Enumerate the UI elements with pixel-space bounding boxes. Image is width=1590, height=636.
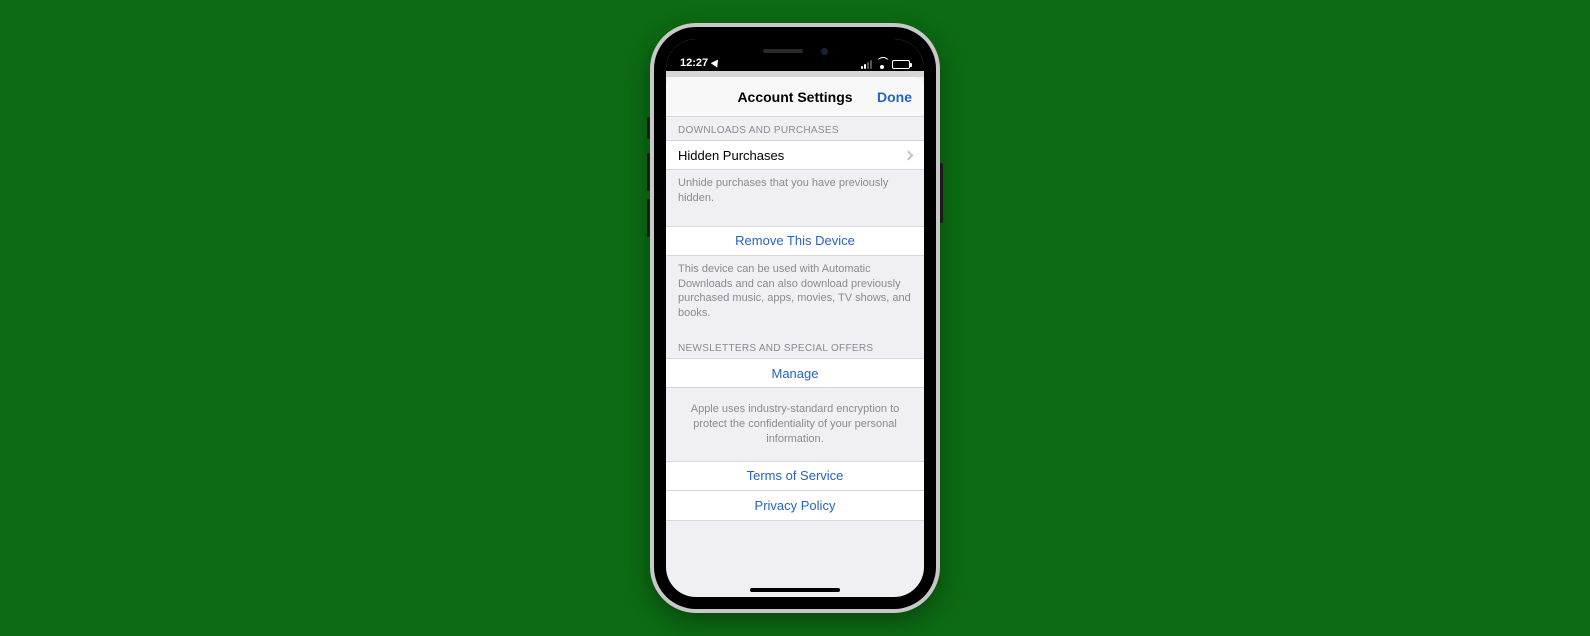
iphone-bezel: 12:27 Account Settings Done DOWNLOADS AN… [654, 27, 936, 609]
remove-device-footer: This device can be used with Automatic D… [666, 256, 924, 335]
manage-label: Manage [772, 366, 819, 381]
privacy-label: Privacy Policy [755, 498, 836, 513]
iphone-frame: 12:27 Account Settings Done DOWNLOADS AN… [650, 23, 940, 613]
group-header-downloads: DOWNLOADS AND PURCHASES [666, 117, 924, 140]
navigation-bar: Account Settings Done [666, 77, 924, 117]
terms-label: Terms of Service [747, 468, 844, 483]
cellular-icon [861, 60, 872, 69]
done-button[interactable]: Done [877, 89, 912, 105]
home-indicator[interactable] [750, 588, 840, 592]
page-title: Account Settings [737, 89, 852, 105]
mute-switch[interactable] [647, 117, 650, 139]
notch [730, 39, 860, 63]
settings-content[interactable]: DOWNLOADS AND PURCHASES Hidden Purchases… [666, 117, 924, 521]
location-icon [711, 57, 722, 67]
side-button[interactable] [940, 163, 943, 223]
terms-of-service-link[interactable]: Terms of Service [666, 461, 924, 491]
manage-newsletters-button[interactable]: Manage [666, 358, 924, 388]
earpiece [763, 49, 803, 53]
hidden-purchases-row[interactable]: Hidden Purchases [666, 140, 924, 170]
battery-icon [892, 60, 910, 69]
chevron-right-icon [904, 150, 914, 160]
encryption-notice: Apple uses industry-standard encryption … [666, 388, 924, 461]
front-camera [821, 48, 828, 55]
remove-this-device-button[interactable]: Remove This Device [666, 226, 924, 256]
screen: 12:27 Account Settings Done DOWNLOADS AN… [666, 39, 924, 597]
privacy-policy-link[interactable]: Privacy Policy [666, 491, 924, 521]
volume-up-button[interactable] [647, 153, 650, 191]
hidden-purchases-footer: Unhide purchases that you have previousl… [666, 170, 924, 220]
group-header-newsletters: NEWSLETTERS AND SPECIAL OFFERS [666, 335, 924, 358]
volume-down-button[interactable] [647, 199, 650, 237]
remove-this-device-label: Remove This Device [735, 233, 855, 248]
status-time: 12:27 [680, 57, 708, 69]
hidden-purchases-label: Hidden Purchases [678, 148, 905, 163]
wifi-icon [876, 60, 888, 69]
